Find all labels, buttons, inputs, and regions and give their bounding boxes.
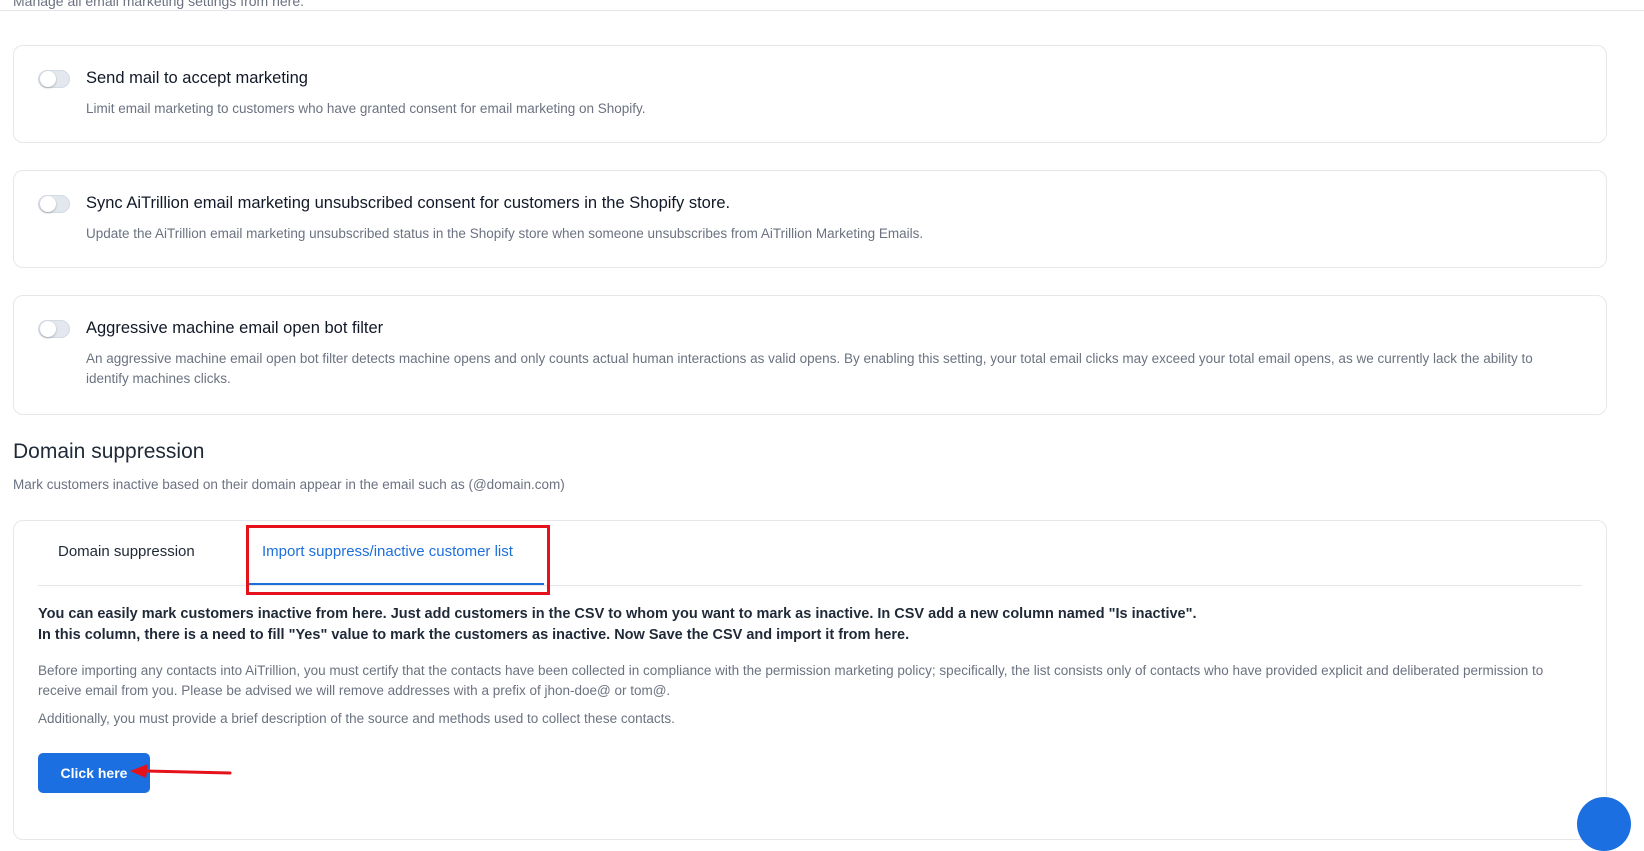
toggle-knob <box>40 196 56 212</box>
bot-filter-toggle[interactable] <box>38 320 70 338</box>
instructions-line-1: You can easily mark customers inactive f… <box>38 606 1197 622</box>
annotation-highlight-box <box>246 525 550 595</box>
setting-title: Aggressive machine email open bot filter <box>86 319 384 337</box>
setting-description: An aggressive machine email open bot fil… <box>86 351 1533 386</box>
setting-title: Sync AiTrillion email marketing unsubscr… <box>86 194 731 212</box>
additional-text: Additionally, you must provide a brief d… <box>38 711 675 726</box>
accept-marketing-toggle[interactable] <box>38 70 70 88</box>
toggle-knob <box>40 71 56 87</box>
setting-description: Update the AiTrillion email marketing un… <box>86 226 924 241</box>
annotation-arrow-icon <box>130 764 232 778</box>
chat-launcher-button[interactable] <box>1577 797 1631 851</box>
toggle-knob <box>40 321 56 337</box>
section-title: Domain suppression <box>13 440 205 463</box>
page-subtitle: Manage all email marketing settings from… <box>13 0 305 9</box>
setting-card-bot-filter: Aggressive machine email open bot filter… <box>13 295 1607 415</box>
setting-card-sync-unsubscribed: Sync AiTrillion email marketing unsubscr… <box>13 170 1607 268</box>
setting-description: Limit email marketing to customers who h… <box>86 101 646 116</box>
domain-suppression-card: Domain suppression Import suppress/inact… <box>13 520 1607 840</box>
import-instructions: You can easily mark customers inactive f… <box>38 604 1582 646</box>
instructions-line-2: In this column, there is a need to fill … <box>38 627 910 643</box>
policy-text: Before importing any contacts into AiTri… <box>38 663 1544 698</box>
setting-title: Send mail to accept marketing <box>86 69 308 87</box>
section-subtitle: Mark customers inactive based on their d… <box>13 477 565 492</box>
tab-domain-suppression[interactable]: Domain suppression <box>58 543 195 560</box>
top-divider <box>0 10 1644 11</box>
setting-card-accept-marketing: Send mail to accept marketing Limit emai… <box>13 45 1607 143</box>
sync-unsubscribed-toggle[interactable] <box>38 195 70 213</box>
